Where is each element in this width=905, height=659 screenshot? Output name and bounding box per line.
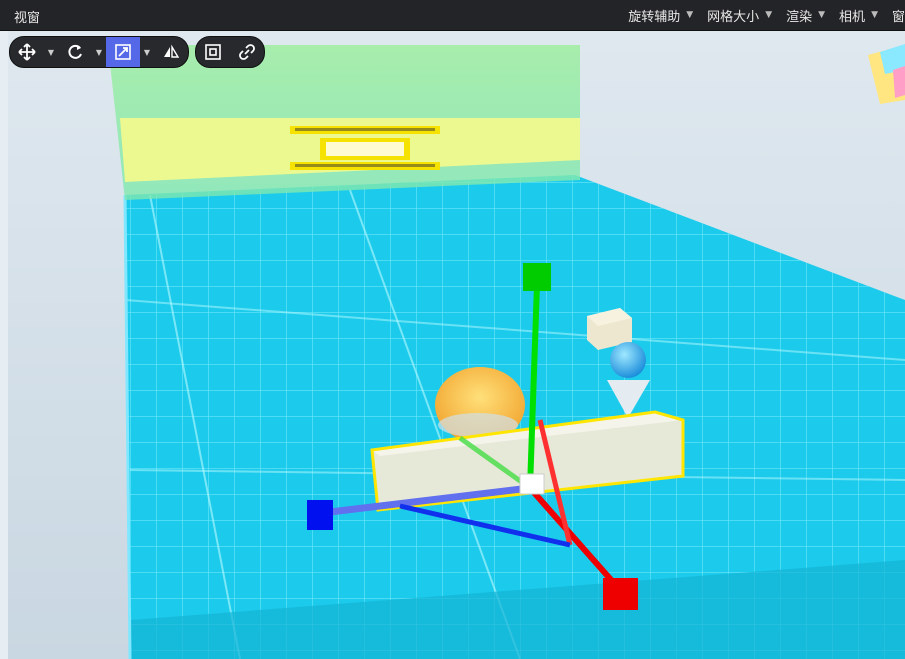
back-wall [108, 45, 580, 200]
sphere-object [610, 342, 646, 378]
menu-label: 网格大小 [707, 9, 760, 25]
rotate-tool-button[interactable] [58, 37, 92, 67]
local-space-button[interactable] [196, 37, 230, 67]
rotate-tool-dropdown[interactable]: ▼ [92, 37, 106, 67]
chevron-down-icon: ▼ [95, 47, 103, 57]
local-space-icon [205, 44, 221, 60]
menu-label: 渲染 [786, 9, 813, 25]
viewport-titlebar: 视窗 旋转辅助 ▼ 网格大小 ▼ 渲染 ▼ 相机 ▼ 窗 [0, 0, 905, 31]
menu-label: 相机 [839, 9, 866, 25]
window-title: 视窗 [14, 11, 41, 26]
menu-window[interactable]: 窗 [883, 0, 905, 30]
pivot-icon [164, 44, 180, 58]
move-tool-dropdown[interactable]: ▼ [44, 37, 58, 67]
tool-group-transform: ▼ ▼ ▼ [9, 36, 189, 68]
chevron-down-icon: ▼ [818, 10, 826, 20]
scene-viewport[interactable]: ▼ ▼ ▼ [0, 31, 905, 659]
menu-label: 窗 [891, 9, 905, 25]
link-icon [239, 44, 255, 60]
menu-rotate-assist[interactable]: 旋转辅助 ▼ [619, 0, 698, 30]
menu-grid-size[interactable]: 网格大小 ▼ [698, 0, 777, 30]
viewport-menus: 旋转辅助 ▼ 网格大小 ▼ 渲染 ▼ 相机 ▼ 窗 [619, 0, 905, 30]
chevron-down-icon: ▼ [143, 47, 151, 57]
menu-camera[interactable]: 相机 ▼ [830, 0, 883, 30]
menu-label: 旋转辅助 [628, 9, 681, 25]
chevron-down-icon: ▼ [871, 10, 878, 20]
scale-icon [115, 44, 131, 60]
tool-group-space [195, 36, 265, 68]
chevron-down-icon: ▼ [686, 10, 694, 20]
chevron-down-icon: ▼ [47, 47, 55, 57]
rotate-icon [68, 44, 82, 59]
scale-tool-button[interactable] [106, 37, 140, 67]
chevron-down-icon: ▼ [765, 10, 773, 20]
menu-render[interactable]: 渲染 ▼ [777, 0, 830, 30]
link-button[interactable] [230, 37, 264, 67]
pivot-tool-button[interactable] [154, 37, 188, 67]
move-tool-button[interactable] [10, 37, 44, 67]
left-edge [0, 31, 8, 659]
scale-tool-dropdown[interactable]: ▼ [140, 37, 154, 67]
move-icon [18, 43, 36, 61]
transform-toolbar: ▼ ▼ ▼ [9, 36, 265, 68]
scene-canvas[interactable] [0, 31, 905, 659]
